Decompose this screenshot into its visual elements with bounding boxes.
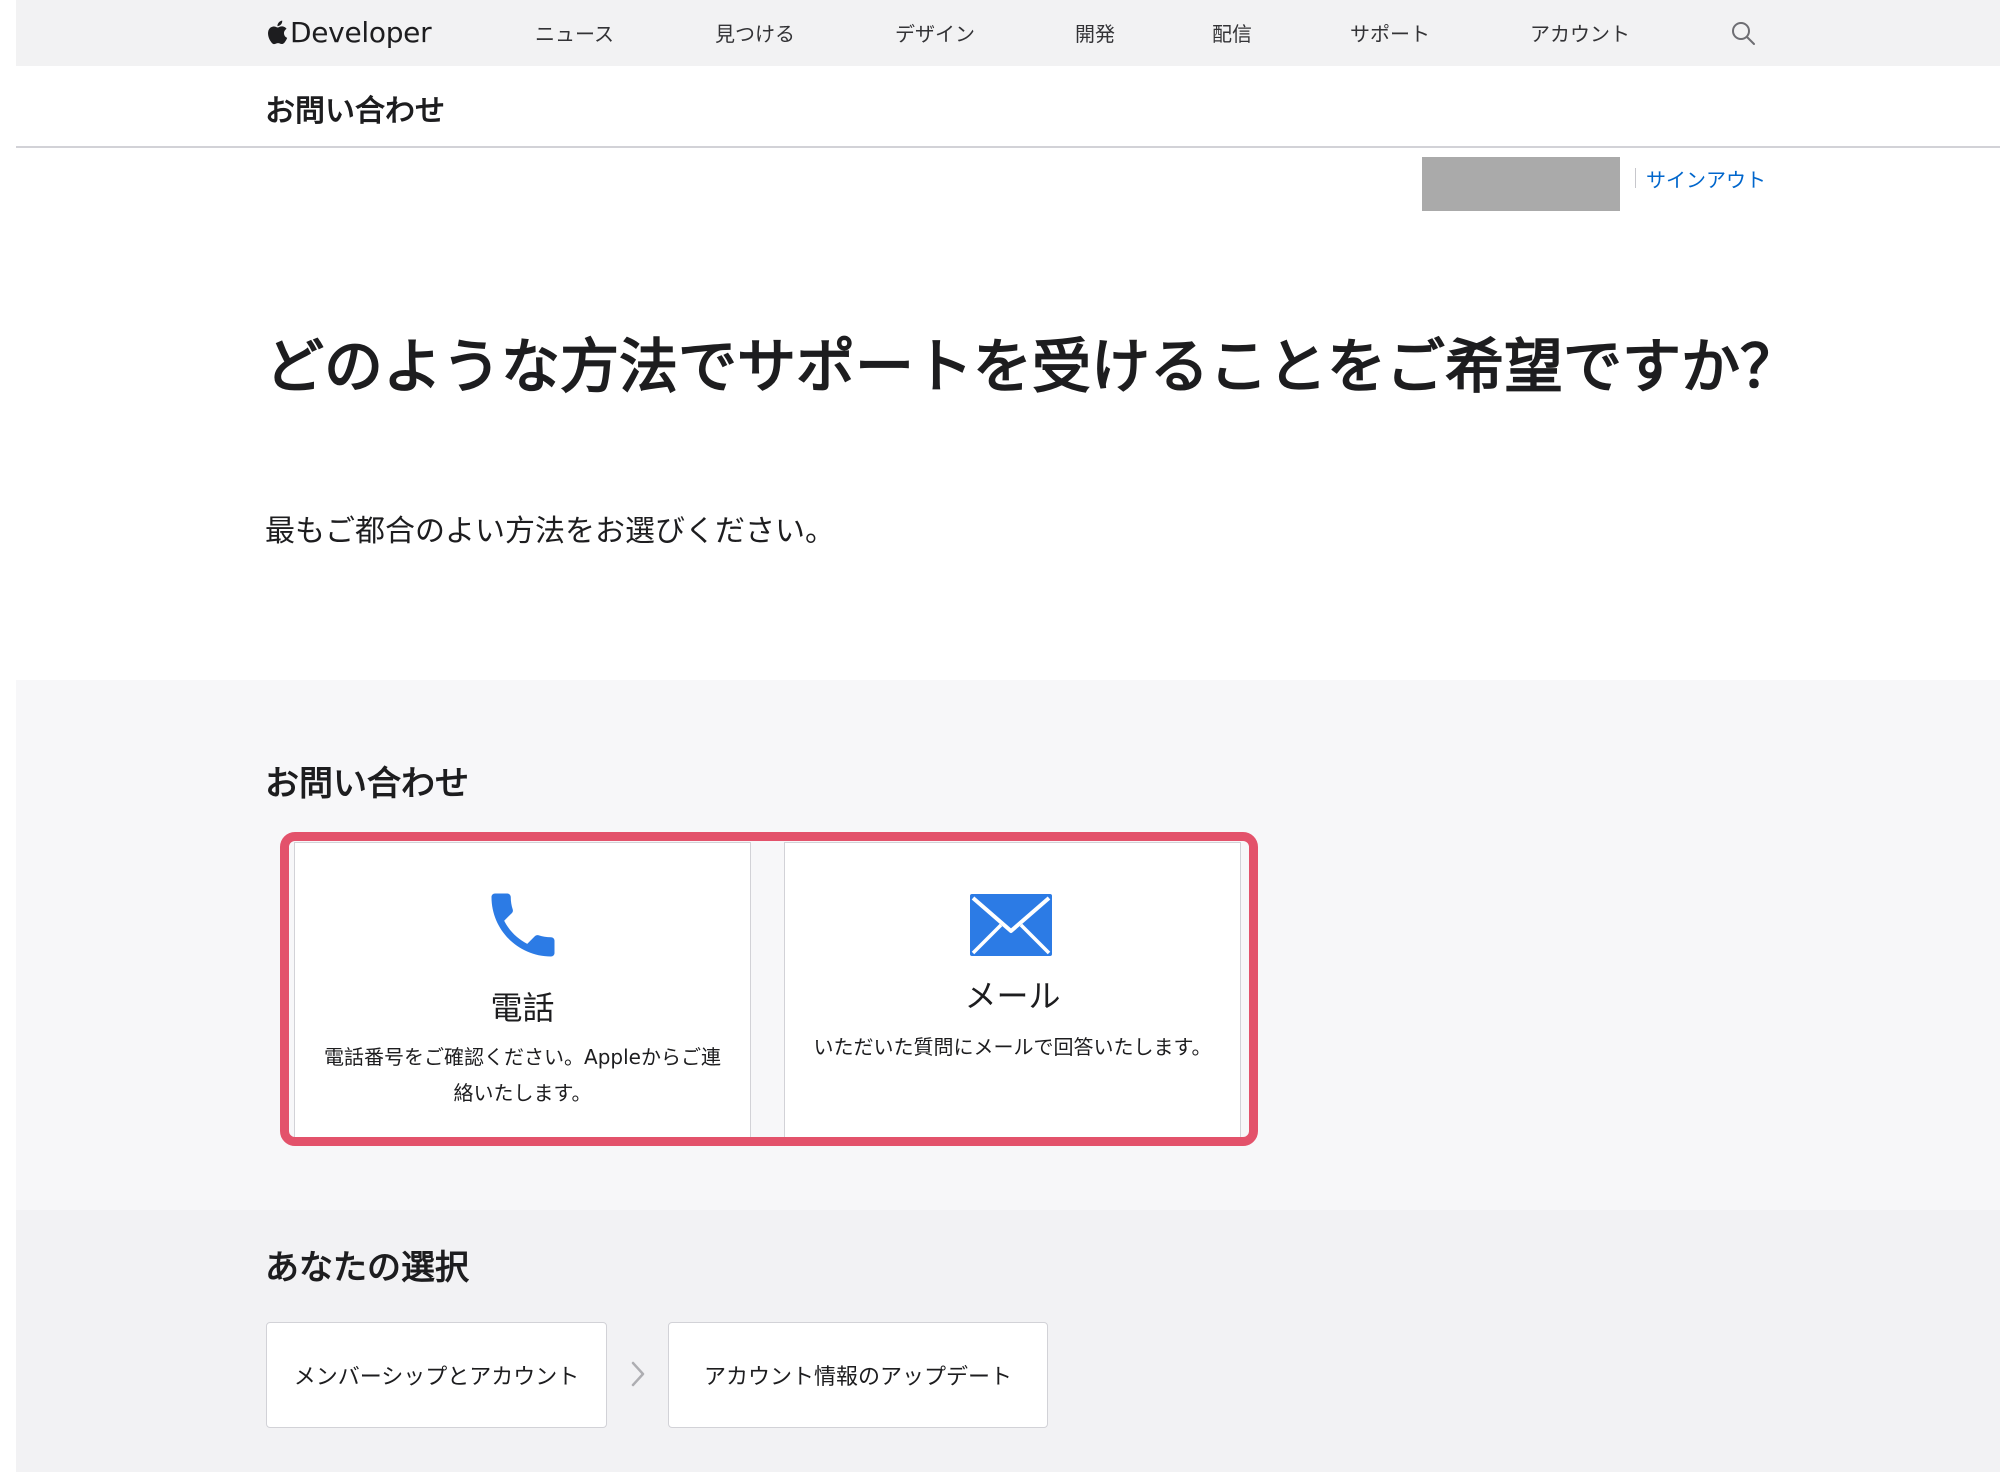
- phone-option-card[interactable]: 電話 電話番号をご確認ください。Appleからご連絡いたします。: [294, 842, 751, 1142]
- search-icon[interactable]: [1730, 20, 1756, 46]
- nav-item-distribute[interactable]: 配信: [1212, 18, 1252, 47]
- account-name-redacted: [1422, 157, 1620, 211]
- nav-item-news[interactable]: ニュース: [535, 18, 614, 47]
- signout-link[interactable]: サインアウト: [1646, 164, 1766, 193]
- contact-section: お問い合わせ 電話 電話番号をご確認ください。Appleからご連絡いたします。 …: [16, 680, 2000, 1210]
- page-frame: Developer ニュース 見つける デザイン 開発 配信 サポート アカウン…: [16, 0, 2000, 1472]
- nav-item-support[interactable]: サポート: [1350, 18, 1430, 47]
- phone-option-description: 電話番号をご確認ください。Appleからご連絡いたします。: [324, 1045, 721, 1105]
- brand-name: Developer: [290, 15, 432, 49]
- phone-option-title: 電話: [490, 989, 555, 1027]
- local-nav-title[interactable]: お問い合わせ: [265, 86, 445, 130]
- selection-step-update-account[interactable]: アカウント情報のアップデート: [668, 1322, 1048, 1428]
- phone-icon: [491, 893, 555, 957]
- developer-home-link[interactable]: Developer: [266, 14, 432, 50]
- contact-heading: お問い合わせ: [265, 764, 469, 804]
- account-divider: [1635, 168, 1636, 188]
- envelope-icon: [970, 894, 1052, 956]
- local-nav: お問い合わせ: [16, 66, 2000, 148]
- nav-item-discover[interactable]: 見つける: [715, 18, 795, 47]
- nav-item-account[interactable]: アカウント: [1530, 18, 1630, 47]
- selection-step-membership[interactable]: メンバーシップとアカウント: [266, 1322, 607, 1428]
- nav-item-design[interactable]: デザイン: [895, 18, 975, 47]
- global-nav: Developer ニュース 見つける デザイン 開発 配信 サポート アカウン…: [16, 0, 2000, 66]
- page-title: どのような方法でサポートを受けることをご希望ですか？: [265, 332, 1800, 401]
- email-option-title: メール: [964, 977, 1061, 1015]
- nav-item-develop[interactable]: 開発: [1075, 18, 1115, 47]
- apple-logo-icon: [268, 20, 288, 44]
- selection-section: あなたの選択 メンバーシップとアカウント アカウント情報のアップデート: [16, 1210, 2000, 1472]
- page-subtitle: 最もご都合のよい方法をお選びください。: [265, 514, 835, 549]
- email-option-card[interactable]: メール いただいた質問にメールで回答いたします。: [784, 842, 1241, 1142]
- chevron-right-icon: [631, 1361, 645, 1387]
- selection-heading: あなたの選択: [265, 1248, 469, 1288]
- email-option-description: いただいた質問にメールで回答いたします。: [813, 1035, 1212, 1059]
